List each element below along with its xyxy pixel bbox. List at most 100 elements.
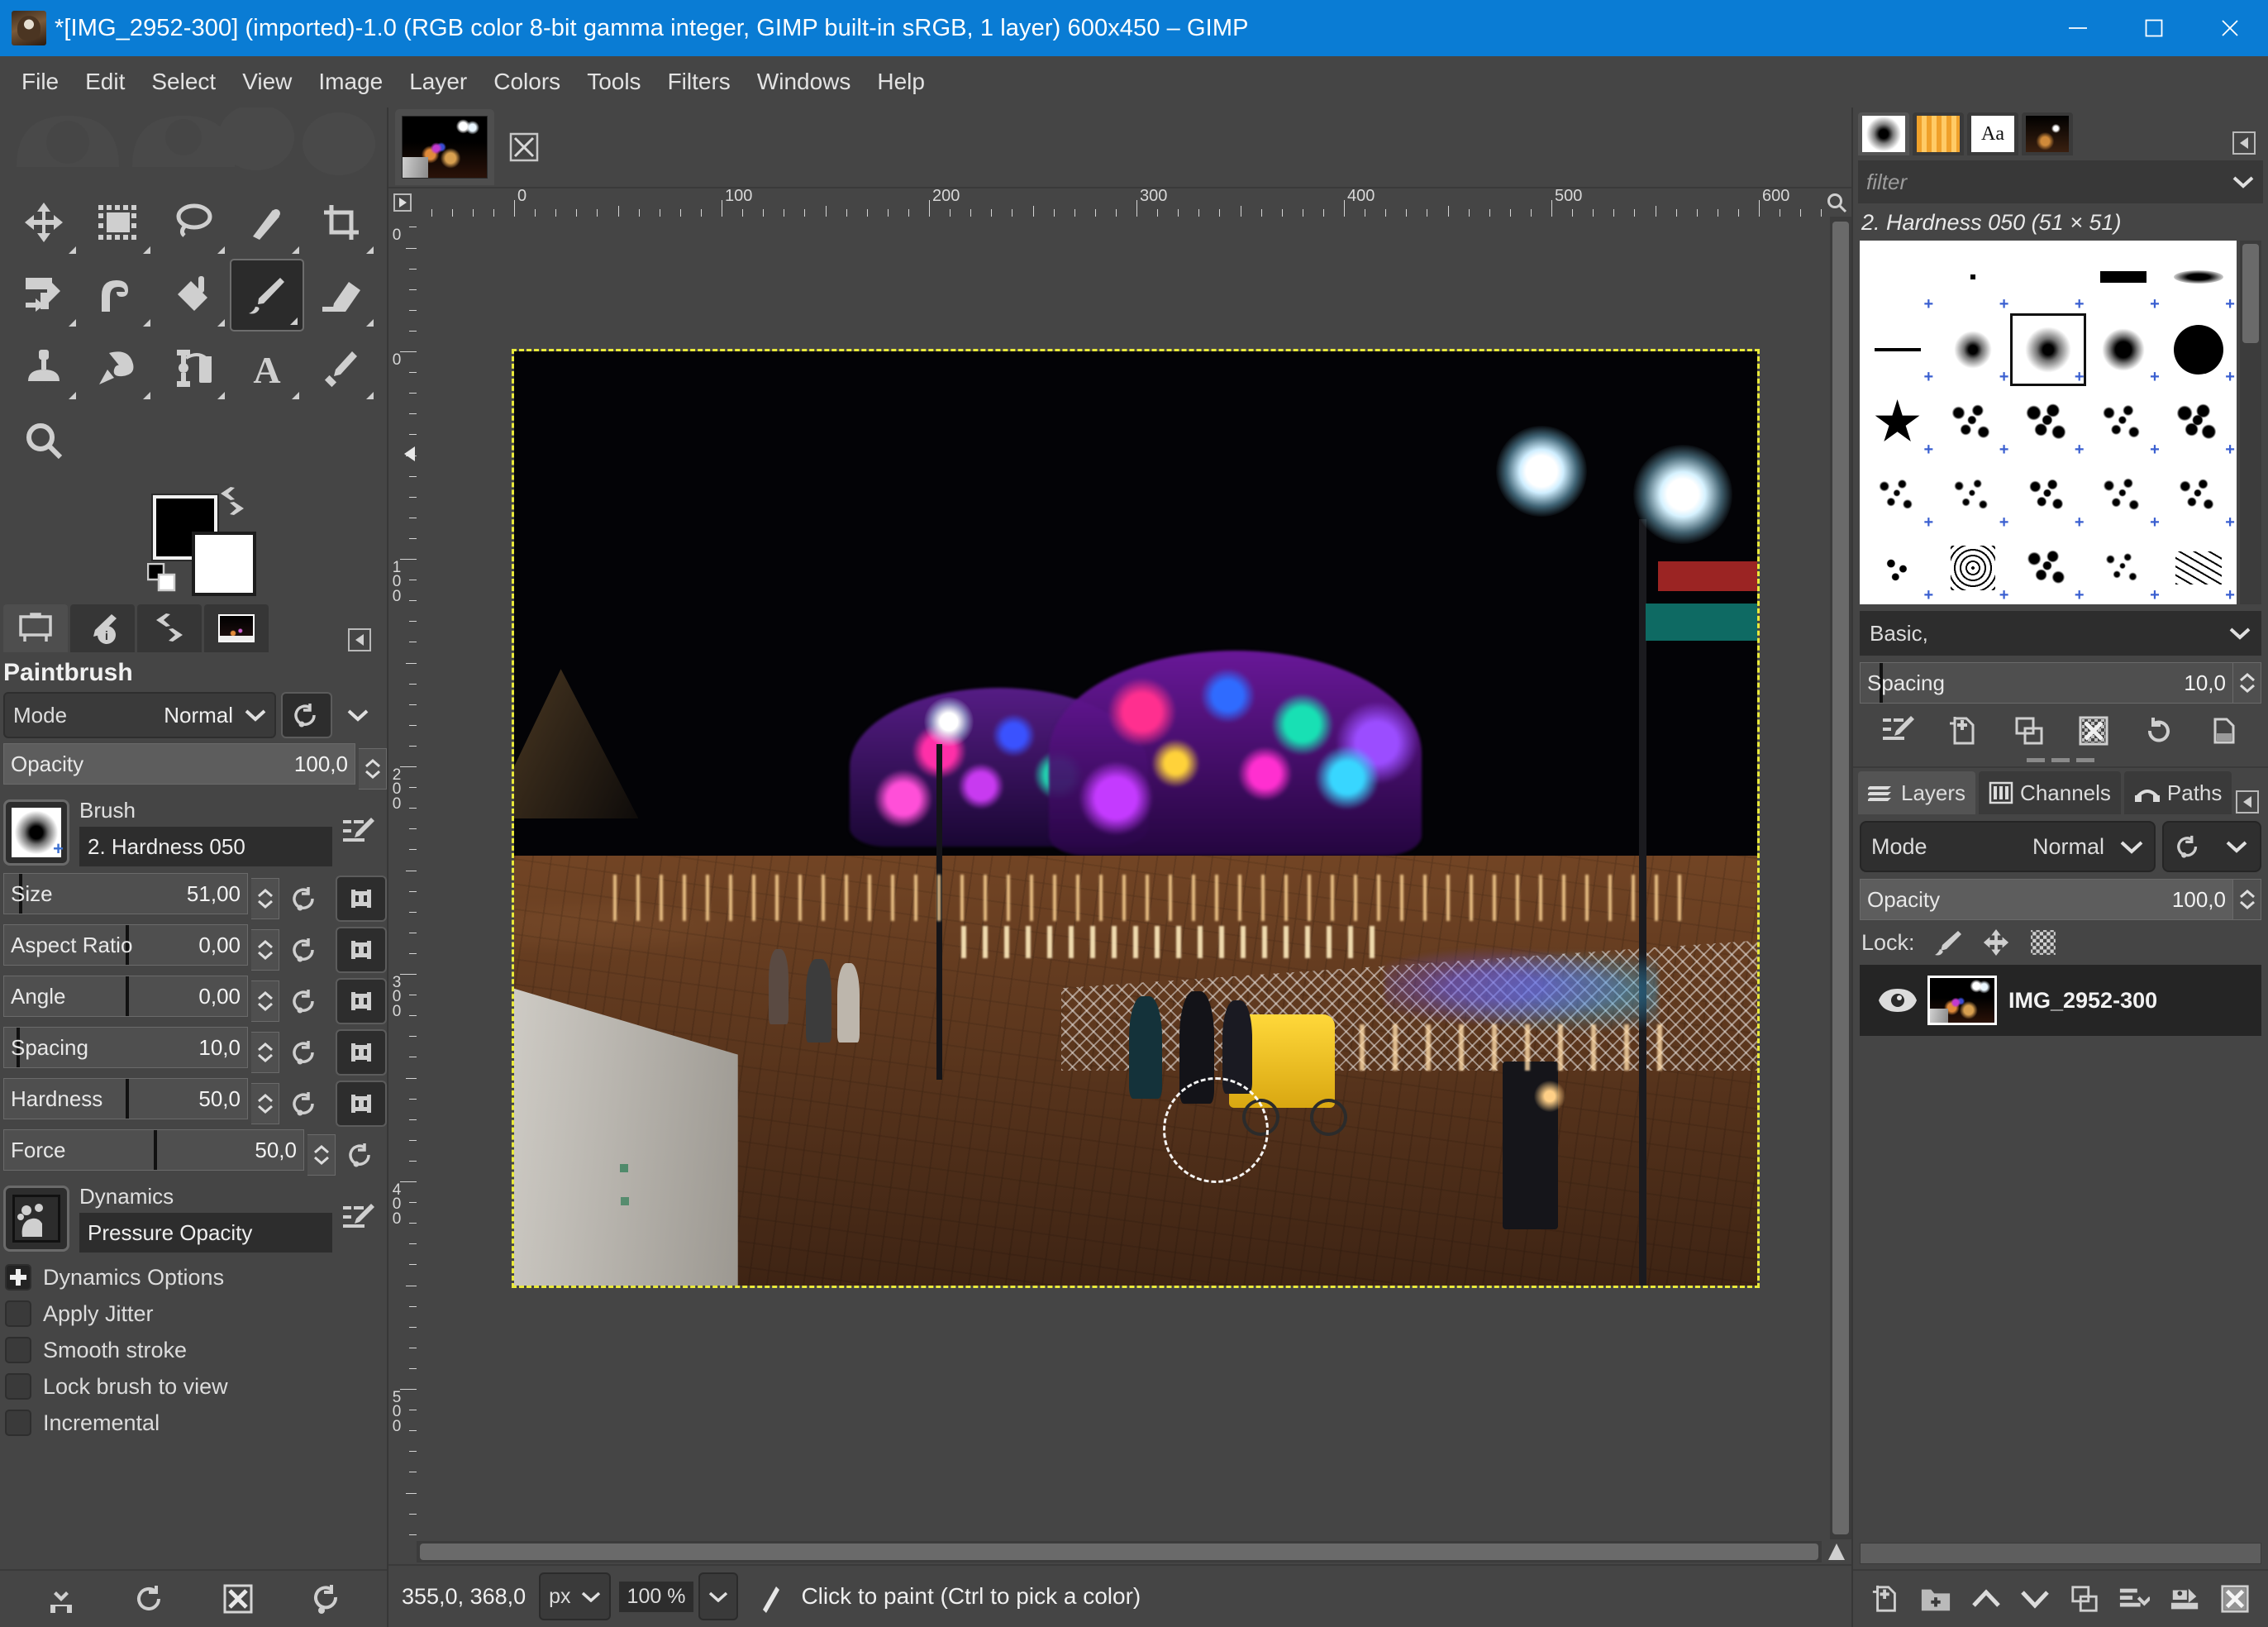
close-image-tab-icon[interactable] [509,132,539,162]
open-brush-as-image-icon[interactable] [2208,715,2240,747]
unified-transform-tool[interactable] [7,259,81,332]
lower-layer-icon[interactable] [2020,1587,2050,1610]
lock-brush-to-view-checkbox[interactable] [5,1373,31,1400]
edit-dynamics-icon[interactable] [332,1195,384,1242]
save-tool-preset-icon[interactable] [45,1583,77,1615]
layer-opacity-slider[interactable]: Opacity 100,0 [1860,879,2233,920]
reset-hardness-icon[interactable] [279,1081,331,1127]
opacity-slider[interactable]: Opacity 100,0 [3,743,355,785]
crop-tool[interactable] [304,186,379,259]
angle-spinner[interactable] [251,980,279,1022]
brush-grid-item[interactable]: + [2161,313,2237,386]
canvas-horizontal-scrollbar[interactable] [417,1541,1822,1563]
force-slider[interactable]: Force 50,0 [3,1129,304,1171]
background-color-swatch[interactable] [192,532,256,596]
brush-grid-item[interactable]: + [1860,386,1935,459]
menu-view[interactable]: View [229,64,305,100]
color-picker-tool[interactable] [304,332,379,404]
dynamics-name-field[interactable]: Pressure Opacity [79,1213,332,1252]
reset-angle-icon[interactable] [279,978,331,1024]
layer-opacity-spinner[interactable] [2233,879,2261,920]
menu-help[interactable]: Help [864,64,938,100]
fonts-tab[interactable]: Aa [1967,112,2018,155]
edit-brush-icon[interactable] [1881,715,1915,747]
delete-layer-icon[interactable] [2220,1584,2250,1614]
brushes-dock-menu-arrow[interactable] [2232,131,2256,155]
link-spacing-to-brush-icon[interactable] [336,1029,387,1076]
size-slider[interactable]: Size 51,00 [3,873,248,914]
reset-layer-mode-icon[interactable] [2175,833,2202,860]
menu-file[interactable]: File [8,64,72,100]
brush-grid-item[interactable]: + [2086,459,2161,532]
smooth-stroke-row[interactable]: Smooth stroke [0,1332,387,1368]
patterns-tab[interactable] [1913,112,1964,155]
tab-layers[interactable]: Layers [1858,771,1976,814]
raise-layer-icon[interactable] [1971,1587,2001,1610]
duplicate-brush-icon[interactable] [2013,715,2045,747]
menu-tools[interactable]: Tools [574,64,654,100]
image-tab[interactable] [395,109,494,185]
menu-layer[interactable]: Layer [396,64,480,100]
brush-grid-item[interactable]: + [2010,459,2085,532]
angle-slider[interactable]: Angle 0,00 [3,976,248,1017]
eraser-tool[interactable] [304,259,379,332]
brush-grid-item[interactable]: + [2086,241,2161,313]
device-status-tab[interactable]: i [70,604,135,652]
mode-dropdown-arrow[interactable] [332,692,384,738]
canvas[interactable] [417,217,1830,1539]
text-tool[interactable]: A [230,332,304,404]
refresh-brushes-icon[interactable] [2143,715,2175,747]
maximize-button[interactable] [2116,0,2192,56]
brush-grid-item[interactable]: + [1935,459,2010,532]
zoom-combo[interactable] [698,1572,739,1620]
new-layer-icon[interactable] [1871,1584,1901,1614]
link-aspect-ratio-to-brush-icon[interactable] [336,927,387,973]
vertical-ruler[interactable]: 0 0 100 200 300 400 500 [388,217,417,1539]
brush-grid-item[interactable]: + [2086,532,2161,604]
dynamics-options-row[interactable]: Dynamics Options [0,1259,387,1295]
menu-windows[interactable]: Windows [744,64,865,100]
paths-tool[interactable] [230,186,304,259]
reset-aspect-ratio-icon[interactable] [279,927,331,973]
canvas-image[interactable] [512,349,1760,1288]
brush-grid-item[interactable]: + [1860,459,1935,532]
brush-grid-item[interactable]: + [2086,313,2161,386]
brush-spacing-spinner[interactable] [2233,662,2261,704]
dock-menu-arrow[interactable] [347,627,372,652]
brush-spacing-slider[interactable]: Spacing 10,0 [1860,662,2233,704]
brush-grid-item[interactable]: + [2161,241,2237,313]
reset-force-icon[interactable] [336,1132,387,1178]
brush-grid-item[interactable]: + [1935,313,2010,386]
duplicate-layer-icon[interactable] [2070,1584,2099,1614]
reset-spacing-icon[interactable] [279,1029,331,1076]
undo-history-tab[interactable] [137,604,202,652]
brush-grid-item[interactable]: + [2010,241,2085,313]
horizontal-ruler[interactable]: 0 100 200 300 400 500 600 [388,188,1851,217]
ruler-origin-icon[interactable] [388,188,417,217]
brush-grid-item[interactable]: + [1935,532,2010,604]
paint-mode-combo[interactable]: Mode Normal [3,692,276,738]
zoom-image-window-icon[interactable] [1822,188,1851,217]
lock-alpha-icon[interactable] [2029,928,2057,957]
minimize-button[interactable] [2040,0,2116,56]
tab-channels[interactable]: Channels [1979,771,2121,814]
spacing-spinner[interactable] [251,1032,279,1073]
lock-pixels-icon[interactable] [1933,928,1963,957]
canvas-vertical-scrollbar[interactable] [1830,217,1851,1539]
dock-separator-handle[interactable] [1853,753,2268,766]
apply-jitter-row[interactable]: Apply Jitter [0,1295,387,1332]
menu-colors[interactable]: Colors [480,64,574,100]
brush-grid-item[interactable]: + [2161,532,2237,604]
reset-tool-options-icon[interactable] [311,1583,342,1615]
force-spinner[interactable] [307,1134,336,1176]
dynamics-preview[interactable] [3,1185,69,1252]
link-hardness-to-brush-icon[interactable] [336,1081,387,1127]
lock-position-icon[interactable] [1981,928,2011,957]
link-size-to-brush-icon[interactable] [336,876,387,922]
brush-grid-item[interactable]: + [2010,532,2085,604]
delete-tool-preset-icon[interactable] [222,1583,254,1615]
brush-grid[interactable]: + + + + + + + + + + + + + + + + + + + + + + + + + [1860,241,2237,604]
brushes-tab[interactable] [1858,112,1909,155]
paintbrush-tool[interactable] [230,259,304,332]
chevron-down-icon[interactable] [2225,840,2248,853]
